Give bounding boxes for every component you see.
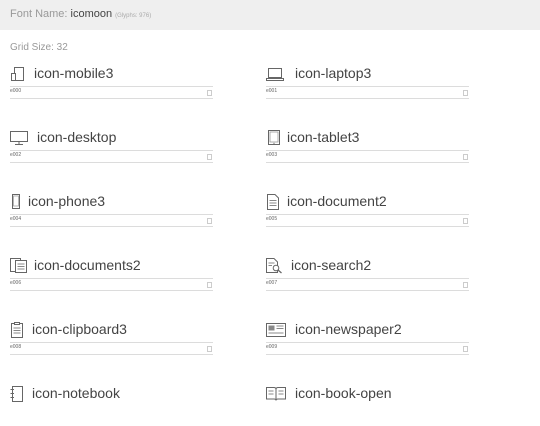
notebook-icon [10,386,26,402]
glyph-preview-box [463,282,468,288]
font-header: Font Name: icomoon (Glyphs: 976) [0,0,540,30]
glyph-code-field[interactable]: e001 [266,86,469,99]
glyph-code: e008 [10,344,22,350]
glyph-name: icon-notebook [32,385,120,401]
glyph-item[interactable]: icon-book-open [266,385,469,426]
glyph-code-field[interactable]: e009 [266,342,469,355]
glyph-preview-box [463,218,468,224]
glyph-name: icon-phone3 [28,193,106,209]
font-info: Font Name: icomoon (Glyphs: 976) [10,8,151,20]
glyph-code: e009 [266,344,278,350]
glyph-code: e001 [266,88,278,94]
glyph-code-field[interactable]: e005 [266,214,469,227]
laptop-icon [266,66,284,82]
glyph-code: e000 [10,88,22,94]
desktop-icon [10,130,28,146]
glyph-preview-box [207,282,212,288]
glyph-preview-box [207,90,212,96]
glyph-code: e005 [266,216,278,222]
glyph-name: icon-tablet3 [287,129,360,145]
font-name-label: Font Name: [10,8,68,20]
glyph-preview-box [207,154,212,160]
glyph-preview-box [207,218,212,224]
newspaper-icon [266,322,286,338]
glyph-item[interactable]: icon-newspaper2 e009 [266,321,469,362]
glyph-name: icon-mobile3 [34,65,114,81]
glyph-preview-box [463,346,468,352]
glyph-code: e003 [266,152,278,158]
glyph-code-field[interactable]: e003 [266,150,469,163]
glyph-name: icon-desktop [37,129,117,145]
glyph-name: icon-documents2 [34,257,141,273]
glyph-preview-box [207,346,212,352]
glyph-item[interactable]: icon-search2 e007 [266,257,469,298]
font-name-value: icomoon [70,8,113,20]
glyph-code-field[interactable]: e006 [10,278,213,291]
clipboard-icon [10,322,26,338]
glyph-code: e004 [10,216,22,222]
glyph-code-field[interactable]: e004 [10,214,213,227]
glyph-name: icon-search2 [291,257,372,273]
glyph-name: icon-newspaper2 [295,321,402,337]
document-icon [266,194,282,210]
glyph-code: e002 [10,152,22,158]
book-open-icon [266,386,286,402]
glyph-item[interactable]: icon-laptop3 e001 [266,65,469,106]
glyph-item[interactable]: icon-clipboard3 e008 [10,321,213,362]
glyph-item[interactable]: icon-documents2 e006 [10,257,213,298]
glyph-code-field[interactable]: e008 [10,342,213,355]
glyph-code: e006 [10,280,22,286]
glyph-item[interactable]: icon-phone3 e004 [10,193,213,234]
glyph-count: (Glyphs: 976) [115,13,152,19]
glyph-name: icon-document2 [287,193,387,209]
glyph-preview-box [463,154,468,160]
glyph-code-field[interactable]: e000 [10,86,213,99]
glyph-item[interactable]: icon-document2 e005 [266,193,469,234]
glyph-item[interactable]: icon-desktop e002 [10,129,213,170]
glyph-item[interactable]: icon-tablet3 e003 [266,129,469,170]
glyph-code-field[interactable]: e007 [266,278,469,291]
glyph-item[interactable]: icon-notebook [10,385,213,426]
glyph-code-field[interactable]: e002 [10,150,213,163]
glyph-preview-box [463,90,468,96]
tablet-icon [266,130,282,146]
glyph-name: icon-clipboard3 [32,321,127,337]
phone-icon [10,194,26,210]
search-icon [266,258,282,274]
glyph-name: icon-laptop3 [295,65,372,81]
glyph-name: icon-book-open [295,385,392,401]
grid-size-label: Grid Size: 32 [10,42,68,53]
glyph-code: e007 [266,280,278,286]
glyph-item[interactable]: icon-mobile3 e000 [10,65,213,106]
mobile-icon [10,66,26,82]
documents-icon [10,258,27,274]
